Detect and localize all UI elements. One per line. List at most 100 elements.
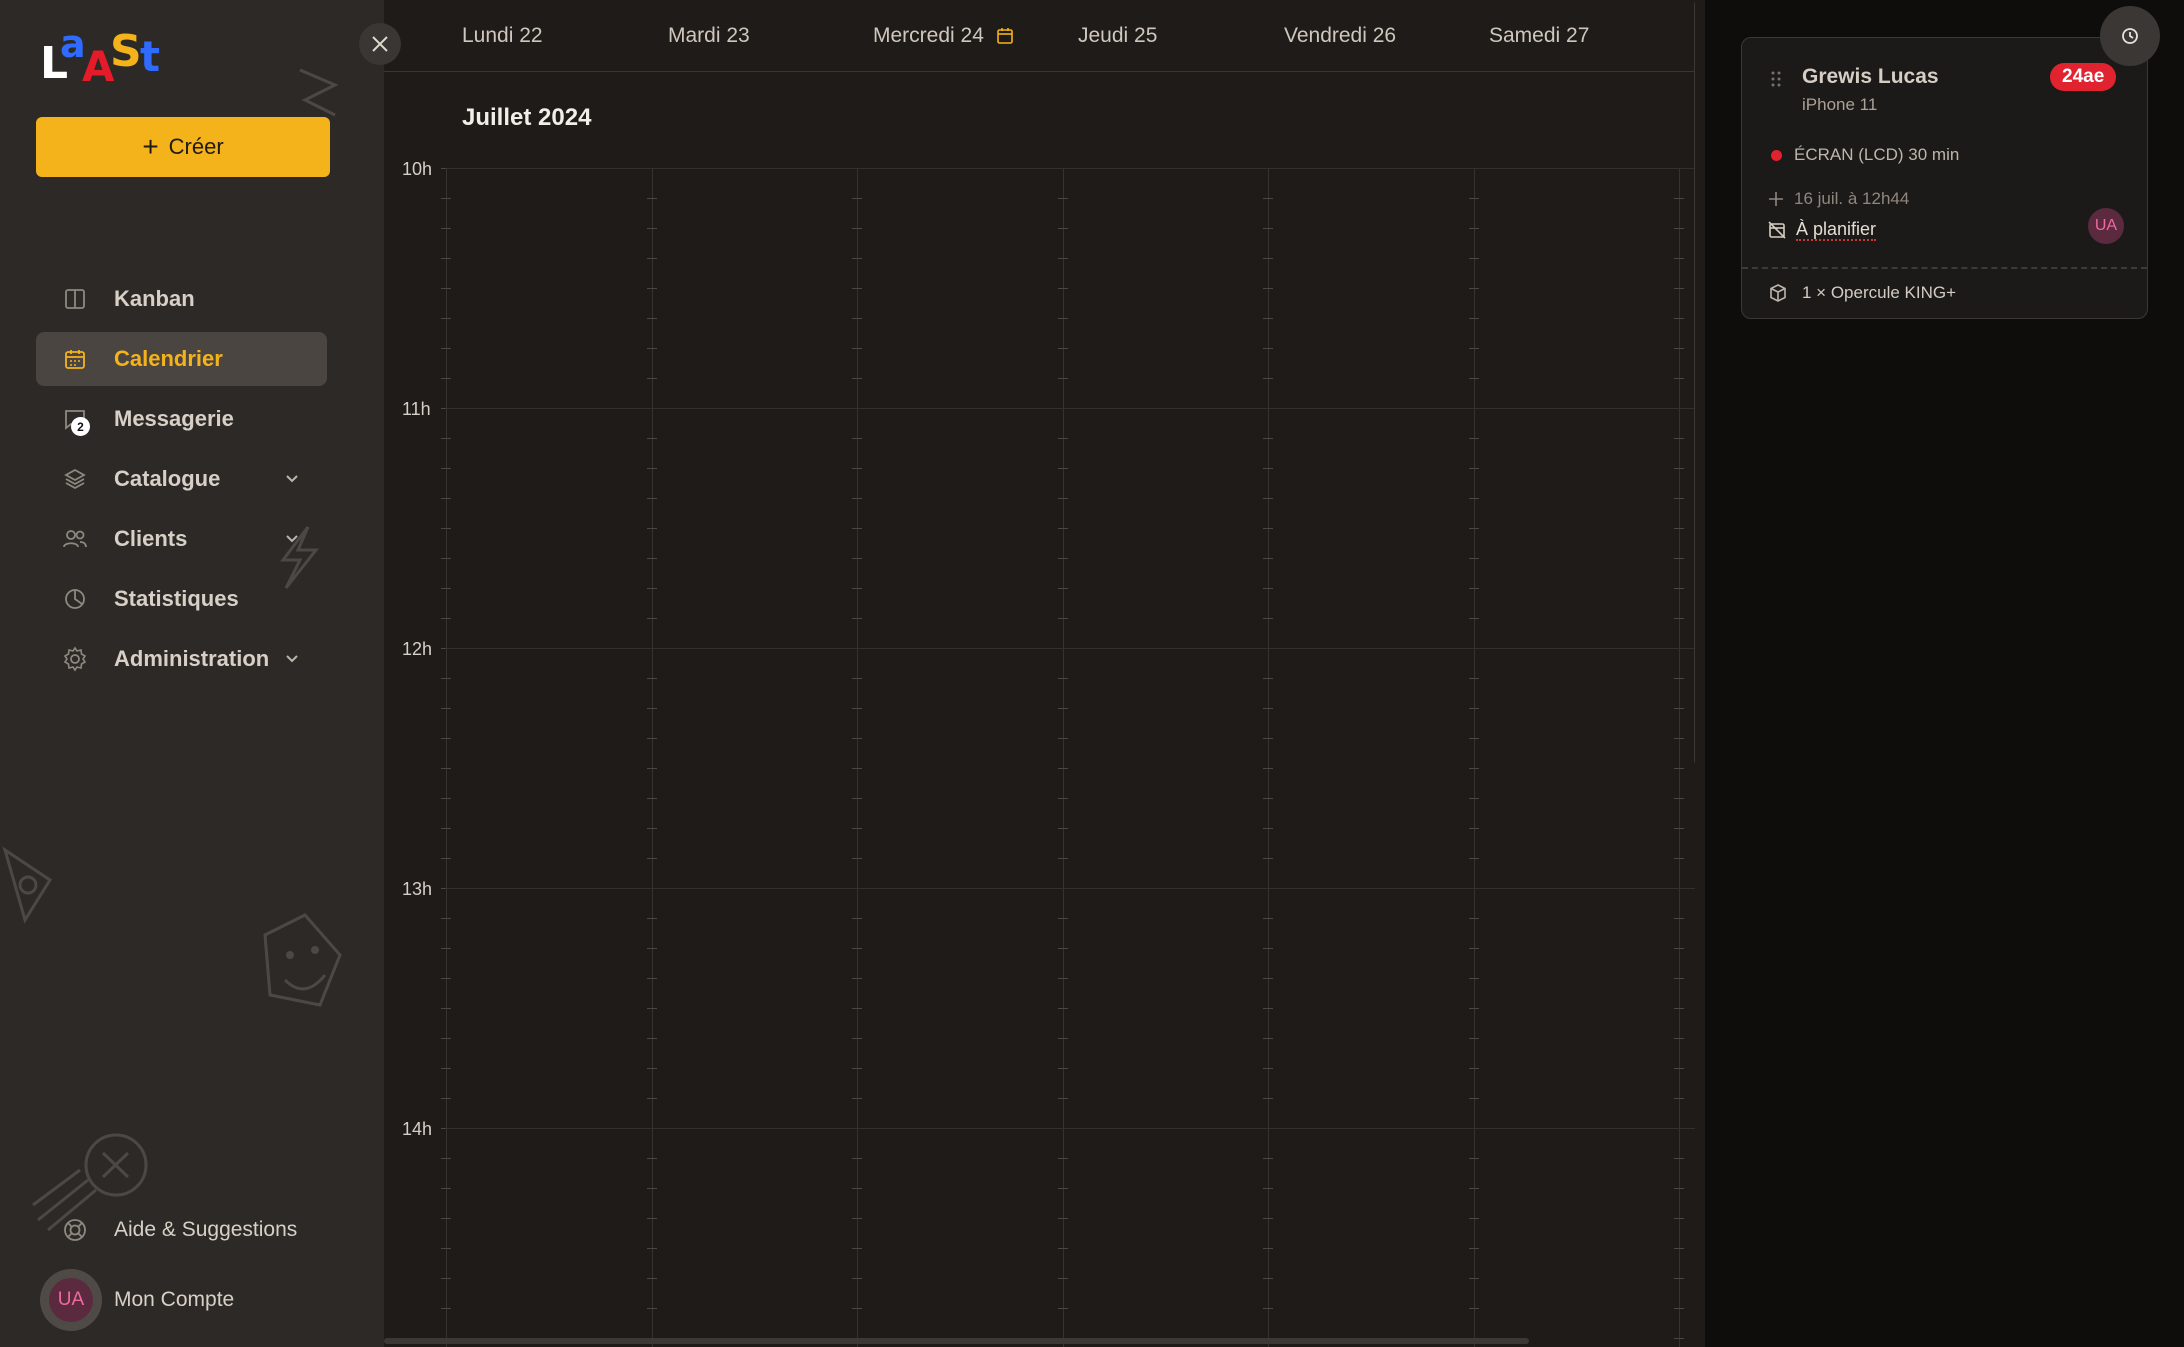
time-tick: [646, 1068, 657, 1069]
time-tick: [1468, 918, 1479, 919]
time-tick: [852, 1008, 862, 1009]
account-button[interactable]: UA Mon Compte: [40, 1268, 331, 1332]
time-tick: [1674, 228, 1684, 229]
time-tick: [852, 528, 862, 529]
time-tick: [1263, 198, 1273, 199]
time-tick: [1057, 1158, 1068, 1159]
time-tick: [646, 258, 657, 259]
time-tick: [1468, 1068, 1479, 1069]
day-header[interactable]: Lundi 22: [462, 24, 543, 48]
time-tick: [852, 678, 862, 679]
time-tick: [1263, 828, 1273, 829]
vertical-scrollbar[interactable]: [1694, 0, 1695, 765]
day-label: Jeudi 25: [1078, 24, 1158, 47]
repair-ticket-card[interactable]: Grewis Lucas iPhone 11 24ae ÉCRAN (LCD) …: [1741, 37, 2148, 319]
create-button[interactable]: + Créer: [36, 117, 330, 177]
time-tick: [852, 798, 862, 799]
created-date: 16 juil. à 12h44: [1768, 189, 1909, 209]
time-tick: [441, 1188, 451, 1189]
time-tick: [1057, 1068, 1068, 1069]
time-tick: [441, 378, 451, 379]
help-suggestions-link[interactable]: Aide & Suggestions: [36, 1207, 327, 1253]
time-tick: [1468, 1158, 1479, 1159]
time-tick: [646, 468, 657, 469]
time-tick: [1468, 858, 1479, 859]
sidebar: L a A S t + Créer Kanban Calendrier 2 Me…: [0, 0, 384, 1347]
time-tick: [1057, 588, 1068, 589]
sidebar-item-statistiques[interactable]: Statistiques: [36, 572, 327, 626]
time-tick: [1263, 1008, 1273, 1009]
time-tick: [852, 1098, 862, 1099]
time-tick: [646, 858, 657, 859]
history-button[interactable]: [2100, 6, 2160, 66]
time-tick: [441, 858, 451, 859]
time-tick: [1263, 798, 1273, 799]
hour-gridline: [446, 408, 1695, 409]
time-tick: [646, 588, 657, 589]
time-tick: [1263, 1188, 1273, 1189]
hour-gridline: [446, 168, 1695, 169]
day-label: Lundi 22: [462, 24, 543, 47]
time-tick: [646, 798, 657, 799]
schedule-status[interactable]: À planifier: [1768, 219, 1877, 241]
chevron-down-icon[interactable]: [283, 650, 301, 668]
time-tick: [1674, 1098, 1684, 1099]
shield-doodle: [2, 846, 53, 924]
time-tick: [852, 198, 862, 199]
sidebar-item-catalogue[interactable]: Catalogue: [36, 452, 327, 506]
time-tick: [441, 828, 451, 829]
time-tick: [646, 1278, 657, 1279]
time-tick: [1468, 1038, 1479, 1039]
day-header-today[interactable]: Mercredi 24: [873, 24, 1014, 48]
time-tick: [1057, 258, 1068, 259]
chevron-down-icon[interactable]: [283, 530, 301, 548]
sidebar-item-calendrier[interactable]: Calendrier: [36, 332, 327, 386]
time-tick: [1057, 798, 1068, 799]
horizontal-scrollbar[interactable]: [384, 1338, 1529, 1344]
time-tick: [1468, 1218, 1479, 1219]
time-tick: [1263, 1038, 1273, 1039]
day-header[interactable]: Mardi 23: [668, 24, 750, 48]
kanban-icon: [62, 286, 88, 312]
hour-gridline: [446, 888, 1695, 889]
chevron-down-icon[interactable]: [283, 470, 301, 488]
time-tick: [1057, 288, 1068, 289]
plus-icon: +: [142, 131, 159, 162]
time-tick: [441, 678, 451, 679]
time-tick: [852, 258, 862, 259]
time-tick: [1057, 1218, 1068, 1219]
time-tick: [1263, 708, 1273, 709]
day-header[interactable]: Samedi 27: [1489, 24, 1589, 48]
time-tick: [646, 1038, 657, 1039]
hour-label: 13h: [402, 879, 433, 899]
time-tick: [1468, 498, 1479, 499]
time-grid[interactable]: 10h 11h 12h 13h 14h: [384, 159, 1695, 1347]
sidebar-item-kanban[interactable]: Kanban: [36, 272, 327, 326]
time-tick: [1263, 1098, 1273, 1099]
time-tick: [1674, 738, 1684, 739]
time-tick: [1674, 1188, 1684, 1189]
time-tick: [1263, 618, 1273, 619]
time-tick: [1674, 1308, 1684, 1309]
time-tick: [852, 468, 862, 469]
day-header[interactable]: Vendredi 26: [1284, 24, 1396, 48]
time-tick: [646, 708, 657, 709]
time-tick: [1263, 348, 1273, 349]
time-tick: [1057, 198, 1068, 199]
sidebar-item-administration[interactable]: Administration: [36, 632, 327, 686]
day-headers: Lundi 22 Mardi 23 Mercredi 24 Jeudi 25 V…: [384, 0, 1695, 72]
time-tick: [852, 1248, 862, 1249]
time-tick: [441, 1008, 451, 1009]
sidebar-item-label: Messagerie: [114, 406, 234, 431]
time-tick: [1057, 1248, 1068, 1249]
day-label: Vendredi 26: [1284, 24, 1397, 47]
drag-handle-icon[interactable]: [1770, 70, 1782, 88]
time-tick: [441, 468, 451, 469]
day-header[interactable]: Jeudi 25: [1078, 24, 1157, 48]
sidebar-item-messagerie[interactable]: 2 Messagerie: [36, 392, 327, 446]
close-sidebar-button[interactable]: [359, 23, 401, 65]
sidebar-item-clients[interactable]: Clients: [36, 512, 327, 566]
time-tick: [441, 1158, 451, 1159]
time-tick: [1468, 738, 1479, 739]
time-tick: [852, 438, 862, 439]
